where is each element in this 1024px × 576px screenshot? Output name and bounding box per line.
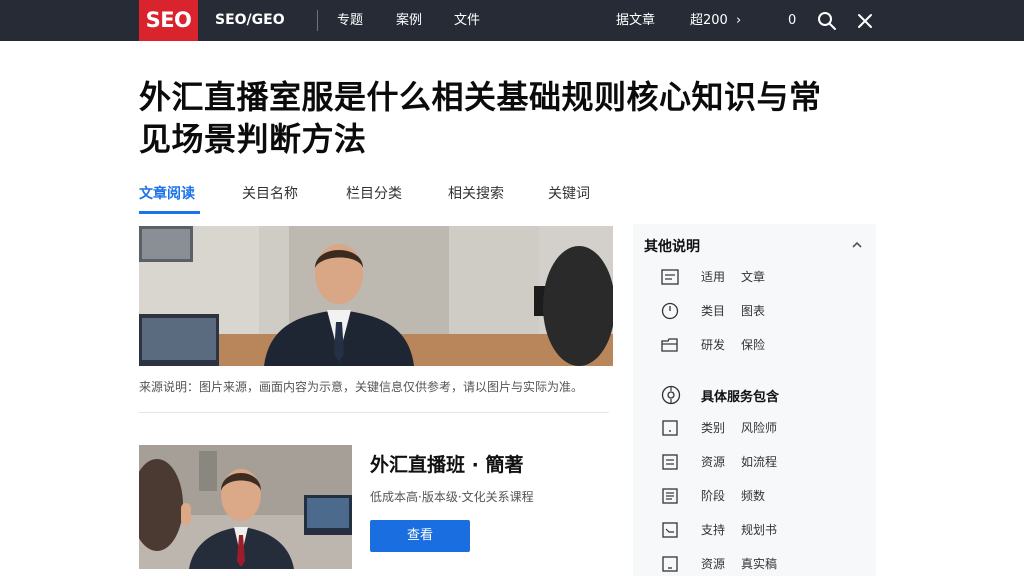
chevron-up-icon[interactable]	[850, 238, 864, 252]
sidebar-item-value: 图表	[741, 304, 766, 318]
sidebar-item-label: 类目	[701, 304, 726, 318]
note-icon	[662, 420, 678, 436]
document-icon	[661, 269, 679, 285]
folder-icon	[661, 338, 678, 352]
sidebar-item-label: 类别	[701, 421, 726, 435]
sidebar-item-label: 资源	[701, 455, 726, 469]
sidebar-item-label: 研发	[701, 338, 726, 352]
tab-keywords[interactable]: 关键词	[548, 183, 590, 205]
sidebar-item-label: 资源	[701, 557, 726, 571]
sidebar-item-value: 风险师	[741, 421, 778, 435]
top-navigation-bar: SEO SEO/GEO 专题 案例 文件 据文章 超200 › 0	[0, 0, 1024, 41]
search-icon[interactable]	[816, 10, 838, 32]
title-line-1: 外汇直播室服是什么相关基础规则核心知识与常	[139, 78, 822, 116]
sidebar-item-value: 规划书	[741, 523, 778, 537]
nav-counter-link[interactable]: 超200 ›	[690, 0, 741, 41]
tab-category[interactable]: 栏目分类	[346, 183, 402, 205]
active-tab-indicator	[139, 211, 200, 214]
nav-divider	[317, 10, 318, 31]
card-description: 低成本高·版本级·文化关系课程	[370, 490, 534, 504]
sidebar-item-value: 文章	[741, 270, 766, 284]
list-icon	[662, 454, 678, 470]
card-title[interactable]: 外汇直播班 · 簡著	[370, 450, 523, 477]
sidebar-item-label: 支持	[701, 523, 726, 537]
tab-related-search[interactable]: 相关搜索	[448, 183, 504, 205]
nav-link-files[interactable]: 文件	[454, 0, 480, 41]
content-divider	[139, 412, 609, 413]
hero-caption: 来源说明：图片来源，画面内容为示意，关键信息仅供参考，请以图片与实际为准。	[139, 380, 584, 394]
nav-link-cases[interactable]: 案例	[396, 0, 422, 41]
sidebar-item-value: 如流程	[741, 455, 778, 469]
tab-column-name[interactable]: 关目名称	[242, 183, 298, 205]
tab-reading[interactable]: 文章阅读	[139, 183, 195, 205]
nav-link-topics[interactable]: 专题	[337, 0, 363, 41]
article-title: 外汇直播室服是什么相关基础规则核心知识与常 见场景判断方法	[139, 76, 879, 160]
sidebar-item-value: 频数	[741, 489, 766, 503]
gear-icon	[661, 385, 681, 405]
close-icon[interactable]	[854, 10, 876, 32]
brand-name[interactable]: SEO/GEO	[215, 0, 285, 41]
sidebar-item-value: 保险	[741, 338, 766, 352]
card-view-button[interactable]: 查看	[370, 520, 470, 552]
chevron-right-icon: ›	[735, 13, 742, 28]
nav-link-articles[interactable]: 据文章	[616, 0, 655, 41]
title-line-2: 见场景判断方法	[139, 120, 367, 158]
list-icon	[662, 488, 678, 504]
clock-icon	[661, 302, 679, 320]
counter-label: 超200	[690, 13, 728, 28]
card-thumbnail[interactable]	[139, 445, 352, 569]
notification-count[interactable]: 0	[788, 0, 796, 41]
sidebar-section-heading: 具体服务包含	[701, 390, 780, 405]
sidebar-heading: 其他说明	[644, 239, 700, 255]
sidebar-item-label: 阶段	[701, 489, 726, 503]
tray-icon	[662, 522, 678, 538]
sidebar-item-label: 适用	[701, 270, 726, 284]
hero-image	[139, 226, 613, 366]
note-icon	[662, 556, 678, 572]
sidebar-item-value: 真实稿	[741, 557, 778, 571]
site-logo[interactable]: SEO	[139, 0, 198, 41]
